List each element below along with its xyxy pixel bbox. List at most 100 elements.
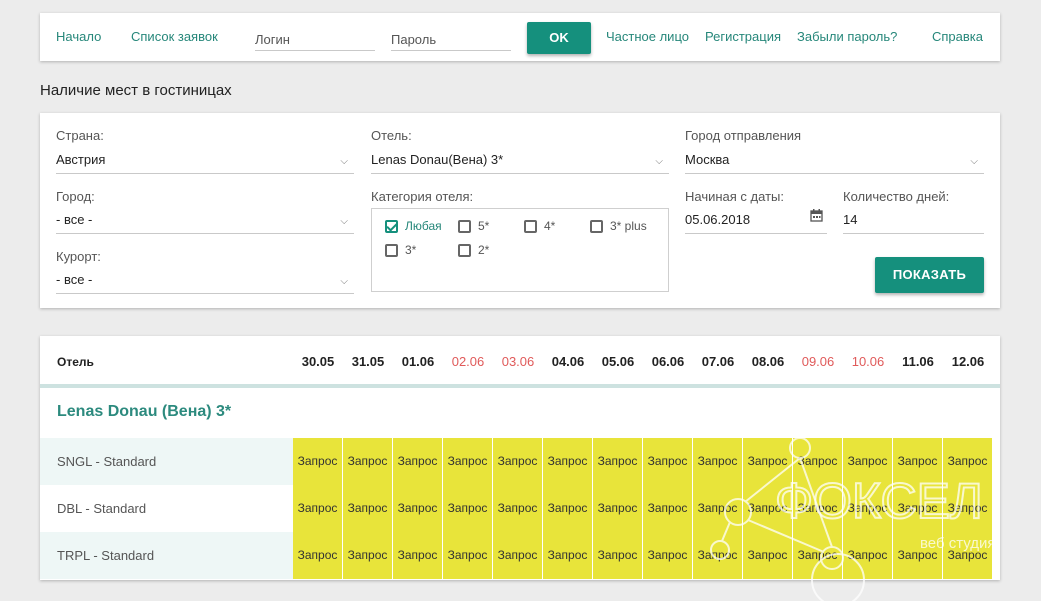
availability-request-cell[interactable]: Запрос [393,438,443,485]
availability-request-cell[interactable]: Запрос [793,438,843,485]
top-nav-bar: Начало Список заявок OK Частное лицо Рег… [40,13,1000,61]
date-header: 12.06 [951,354,985,369]
availability-request-cell[interactable]: Запрос [643,532,693,579]
category-4-checkbox[interactable]: 4* [524,219,555,233]
date-header: 01.06 [401,354,435,369]
availability-request-cell[interactable]: Запрос [843,532,893,579]
city-value: - все - [56,212,93,227]
departure-label: Город отправления [685,128,802,143]
resort-select[interactable]: - все - ⌵ [56,268,354,294]
country-select[interactable]: Австрия ⌵ [56,148,354,174]
availability-request-cell[interactable]: Запрос [693,438,743,485]
availability-request-cell[interactable]: Запрос [943,532,993,579]
hotel-column-header: Отель [57,355,94,369]
date-header: 10.06 [851,354,885,369]
availability-request-cell[interactable]: Запрос [693,485,743,532]
availability-request-cell[interactable]: Запрос [893,438,943,485]
availability-request-cell[interactable]: Запрос [443,532,493,579]
room-type-label: TRPL - Standard [40,532,293,579]
availability-request-cell[interactable]: Запрос [343,532,393,579]
nav-forgot-password-link[interactable]: Забыли пароль? [797,29,897,44]
availability-request-cell[interactable]: Запрос [393,532,443,579]
start-date-label: Начиная с даты: [685,189,784,204]
availability-request-cell[interactable]: Запрос [943,438,993,485]
category-2-label: 2* [478,243,490,257]
nav-requests-link[interactable]: Список заявок [131,29,218,44]
departure-value: Москва [685,152,730,167]
category-2-checkbox[interactable]: 2* [458,243,489,257]
date-header: 08.06 [751,354,785,369]
checkbox-icon [524,219,537,233]
hotel-select[interactable]: Lenas Donau(Вена) 3* ⌵ [371,148,669,174]
availability-request-cell[interactable]: Запрос [293,438,343,485]
date-header: 02.06 [451,354,485,369]
availability-request-cell[interactable]: Запрос [693,532,743,579]
availability-request-cell[interactable]: Запрос [843,438,893,485]
availability-request-cell[interactable]: Запрос [593,532,643,579]
nav-private-person-link[interactable]: Частное лицо [606,29,689,44]
category-3-checkbox[interactable]: 3* [385,243,416,257]
availability-request-cell[interactable]: Запрос [493,438,543,485]
availability-request-cell[interactable]: Запрос [793,485,843,532]
date-header: 05.06 [601,354,635,369]
availability-request-cell[interactable]: Запрос [593,438,643,485]
departure-select[interactable]: Москва ⌵ [685,148,984,174]
chevron-down-icon: ⌵ [340,156,348,167]
availability-request-cell[interactable]: Запрос [343,438,393,485]
calendar-icon[interactable] [810,209,823,222]
page-title: Наличие мест в гостиницах [40,82,232,99]
availability-request-cell[interactable]: Запрос [793,532,843,579]
availability-request-cell[interactable]: Запрос [443,438,493,485]
availability-request-cell[interactable]: Запрос [293,485,343,532]
days-value: 14 [843,212,858,227]
city-select[interactable]: - все - ⌵ [56,208,354,234]
login-input[interactable] [255,27,375,51]
availability-request-cell[interactable]: Запрос [293,532,343,579]
nav-home-link[interactable]: Начало [56,29,101,44]
filter-panel: Страна: Австрия ⌵ Город: - все - ⌵ Курор… [40,113,1000,308]
category-4-label: 4* [544,219,556,233]
date-header: 11.06 [902,354,934,369]
availability-request-cell[interactable]: Запрос [643,438,693,485]
date-header: 09.06 [801,354,835,369]
category-any-label: Любая [405,219,442,233]
room-type-label: DBL - Standard [40,485,293,532]
availability-request-cell[interactable]: Запрос [893,485,943,532]
availability-request-cell[interactable]: Запрос [943,485,993,532]
availability-request-cell[interactable]: Запрос [893,532,943,579]
availability-request-cell[interactable]: Запрос [543,438,593,485]
availability-request-cell[interactable]: Запрос [443,485,493,532]
show-button[interactable]: ПОКАЗАТЬ [875,257,984,293]
category-5-checkbox[interactable]: 5* [458,219,489,233]
nav-help-link[interactable]: Справка [932,29,983,44]
start-date-input[interactable]: 05.06.2018 [685,208,827,234]
category-any-checkbox[interactable]: Любая [385,219,442,233]
resort-label: Курорт: [56,249,101,264]
availability-request-cell[interactable]: Запрос [493,485,543,532]
table-row: DBL - Standard Запрос Запрос Запрос Запрос За… [40,485,1000,532]
hotel-name-heading[interactable]: Lenas Donau (Вена) 3* [57,403,231,421]
availability-request-cell[interactable]: Запрос [643,485,693,532]
availability-request-cell[interactable]: Запрос [743,532,793,579]
availability-request-cell[interactable]: Запрос [743,438,793,485]
availability-request-cell[interactable]: Запрос [543,485,593,532]
availability-request-cell[interactable]: Запрос [543,532,593,579]
availability-request-cell[interactable]: Запрос [743,485,793,532]
days-input[interactable]: 14 [843,208,984,234]
nav-registration-link[interactable]: Регистрация [705,29,781,44]
availability-request-cell[interactable]: Запрос [343,485,393,532]
availability-request-cell[interactable]: Запрос [843,485,893,532]
date-header: 04.06 [551,354,585,369]
availability-request-cell[interactable]: Запрос [593,485,643,532]
checkbox-icon [458,219,471,233]
ok-button[interactable]: OK [527,22,591,54]
chevron-down-icon: ⌵ [340,276,348,287]
availability-request-cell[interactable]: Запрос [393,485,443,532]
days-label: Количество дней: [843,189,950,204]
chevron-down-icon: ⌵ [970,156,978,167]
checkbox-icon [385,243,398,257]
availability-request-cell[interactable]: Запрос [493,532,543,579]
password-input[interactable] [391,27,511,51]
category-3plus-checkbox[interactable]: 3* plus [590,219,647,233]
hotel-value: Lenas Donau(Вена) 3* [371,152,504,167]
